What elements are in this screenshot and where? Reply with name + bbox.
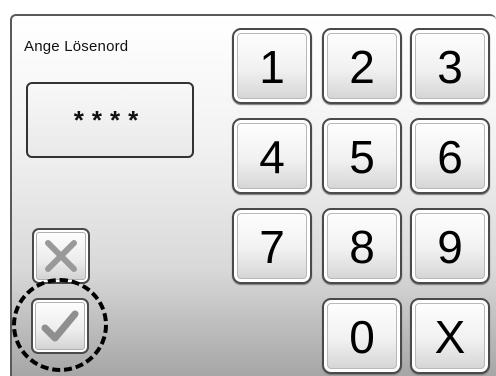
key-5-label: 5 xyxy=(349,131,375,183)
focus-indicator xyxy=(12,278,108,372)
key-0[interactable]: 0 xyxy=(322,298,402,374)
key-7-label: 7 xyxy=(259,221,285,273)
key-6-label: 6 xyxy=(437,131,463,183)
key-9-label: 9 xyxy=(437,221,463,273)
cancel-button[interactable] xyxy=(32,228,90,284)
key-4[interactable]: 4 xyxy=(232,118,312,194)
key-1[interactable]: 1 xyxy=(232,28,312,104)
key-7[interactable]: 7 xyxy=(232,208,312,284)
key-9[interactable]: 9 xyxy=(410,208,490,284)
key-5[interactable]: 5 xyxy=(322,118,402,194)
key-4-label: 4 xyxy=(259,131,285,183)
key-2-label: 2 xyxy=(349,41,375,93)
key-6[interactable]: 6 xyxy=(410,118,490,194)
key-0-label: 0 xyxy=(349,311,375,363)
key-1-label: 1 xyxy=(259,41,285,93)
password-prompt-label: Ange Lösenord xyxy=(24,38,129,55)
key-2[interactable]: 2 xyxy=(322,28,402,104)
key-8[interactable]: 8 xyxy=(322,208,402,284)
key-clear[interactable]: X xyxy=(410,298,490,374)
key-8-label: 8 xyxy=(349,221,375,273)
key-3[interactable]: 3 xyxy=(410,28,490,104)
key-clear-label: X xyxy=(434,311,466,363)
password-field[interactable]: **** xyxy=(26,82,194,158)
x-icon xyxy=(45,240,77,272)
key-3-label: 3 xyxy=(437,41,463,93)
